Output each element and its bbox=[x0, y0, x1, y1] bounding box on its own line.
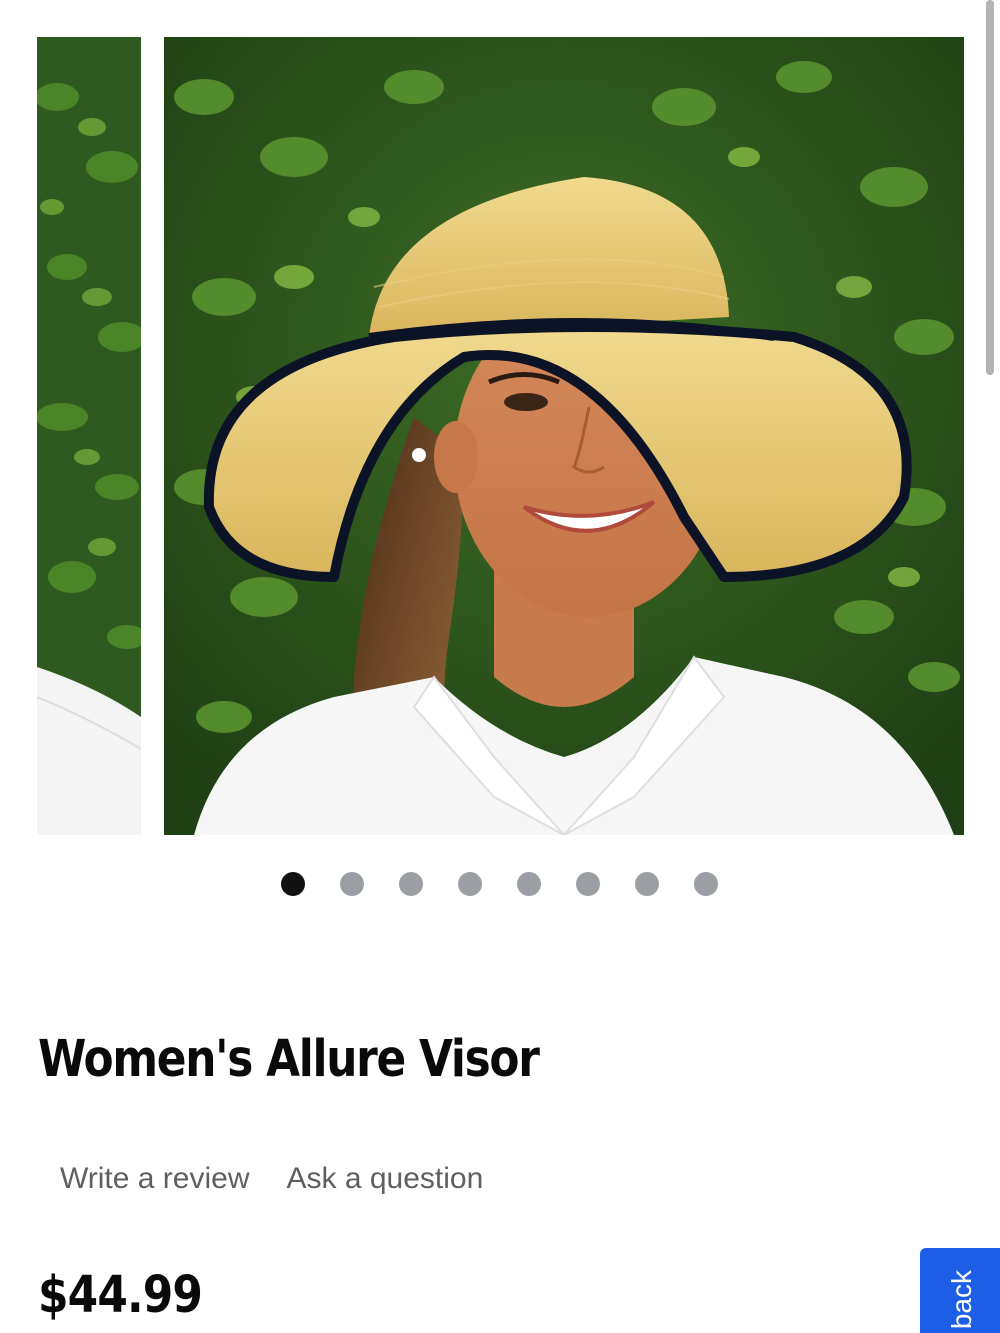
ask-question-link[interactable]: Ask a question bbox=[287, 1162, 484, 1196]
carousel-slide-previous[interactable] bbox=[37, 37, 141, 835]
feedback-tab[interactable]: back bbox=[920, 1248, 1000, 1333]
product-price: $44.99 bbox=[38, 1266, 203, 1325]
product-photo bbox=[164, 37, 964, 835]
carousel-dot-8[interactable] bbox=[694, 872, 718, 896]
product-image-carousel[interactable] bbox=[0, 37, 1000, 835]
product-title: Women's Allure Visor bbox=[38, 1030, 540, 1089]
carousel-dot-5[interactable] bbox=[517, 872, 541, 896]
product-page: Women's Allure Visor Write a review Ask … bbox=[0, 0, 1000, 1333]
carousel-slide-main[interactable] bbox=[164, 37, 964, 835]
carousel-dot-2[interactable] bbox=[340, 872, 364, 896]
carousel-dot-1[interactable] bbox=[281, 872, 305, 896]
carousel-dot-3[interactable] bbox=[399, 872, 423, 896]
carousel-dot-6[interactable] bbox=[576, 872, 600, 896]
carousel-dot-7[interactable] bbox=[635, 872, 659, 896]
write-review-link[interactable]: Write a review bbox=[60, 1162, 250, 1196]
feedback-tab-label: back bbox=[946, 1270, 977, 1330]
review-links: Write a review Ask a question bbox=[60, 1162, 483, 1196]
carousel-dot-4[interactable] bbox=[458, 872, 482, 896]
carousel-pagination bbox=[281, 872, 718, 896]
